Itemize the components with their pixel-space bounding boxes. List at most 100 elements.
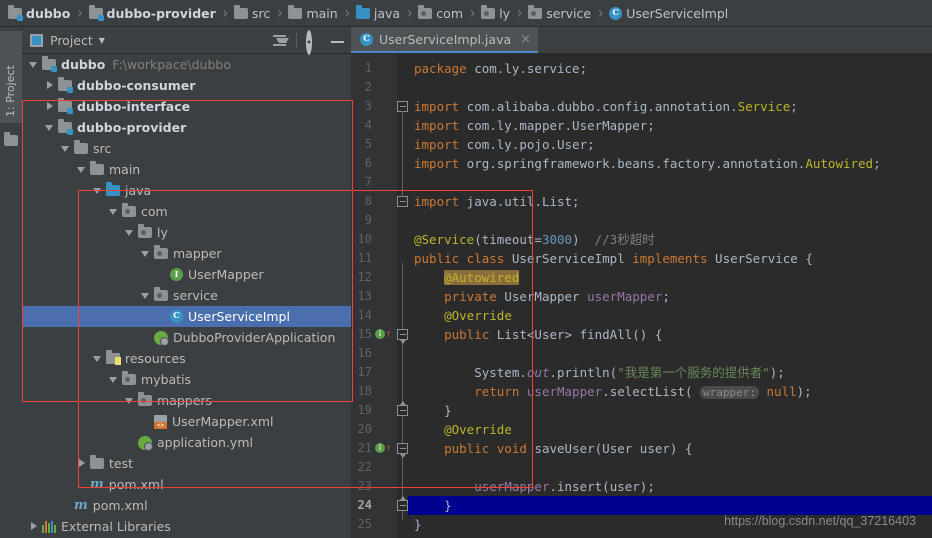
tree-node-usermapper-xml[interactable]: UserMapper.xml (22, 411, 351, 432)
chevron-right-icon[interactable] (44, 101, 55, 112)
fold-column[interactable] (397, 54, 408, 538)
code-line-20[interactable]: @Override (408, 420, 932, 439)
tree-node-dubbo-provider[interactable]: dubbo-provider (22, 117, 351, 138)
sidebar-item-project-tab[interactable]: 1: Project (0, 31, 22, 123)
tree-node-test[interactable]: test (22, 453, 351, 474)
code-line-11[interactable]: public class UserServiceImpl implements … (408, 249, 932, 268)
close-icon[interactable]: × (520, 33, 531, 46)
breadcrumb-item-main[interactable]: main (286, 0, 339, 26)
chevron-right-icon[interactable] (28, 521, 39, 532)
chevron-down-icon[interactable] (108, 206, 119, 217)
tree-node-label: mapper (173, 246, 222, 261)
code-line-1[interactable]: package com.ly.service; (408, 59, 932, 78)
folder-icon (234, 4, 248, 19)
code-editor[interactable]: 1 2 3 4 5 6 7 8 9 10 11 12 13 14 15 16 17 18 19 20 21 22 23 24 2… (351, 54, 932, 538)
tree-node-pom-xml[interactable]: m pom.xml (22, 495, 351, 516)
tree-node-external-libraries[interactable]: External Libraries (22, 516, 351, 537)
breadcrumb-item-java[interactable]: java (354, 0, 402, 26)
tree-node-dubbo-interface[interactable]: dubbo-interface (22, 96, 351, 117)
breadcrumb-item-dubbo-provider[interactable]: dubbo-provider (87, 0, 218, 26)
breadcrumb-item-dubbo[interactable]: dubbo (6, 0, 72, 26)
tree-node-resources[interactable]: resources (22, 348, 351, 369)
implementing-method-icon[interactable]: I ↑ (375, 328, 392, 341)
tree-node-mapper[interactable]: mapper (22, 243, 351, 264)
chevron-down-icon[interactable] (140, 248, 151, 259)
code-line-19[interactable]: } (408, 401, 932, 420)
minimize-icon[interactable] (330, 33, 345, 48)
breadcrumb-item-userserviceimpl[interactable]: C UserServiceImpl (607, 0, 730, 26)
breadcrumb-item-ly[interactable]: ly (479, 0, 512, 26)
code-line-22[interactable] (408, 458, 932, 477)
breadcrumb-item-service[interactable]: service (526, 0, 593, 26)
fold-toggle-imports-end[interactable] (397, 196, 408, 207)
fold-toggle-saveuser[interactable] (397, 443, 408, 458)
editor-gutter[interactable]: 1 2 3 4 5 6 7 8 9 10 11 12 13 14 15 16 17 18 19 20 21 22 23 24 2… (351, 54, 408, 538)
code-line-9[interactable] (408, 211, 932, 230)
chevron-down-icon[interactable] (124, 227, 135, 238)
tree-node-src[interactable]: src (22, 138, 351, 159)
chevron-down-icon[interactable]: ▼ (99, 36, 105, 45)
tree-node-java[interactable]: java (22, 180, 351, 201)
breadcrumb-item-com[interactable]: com (416, 0, 465, 26)
fold-toggle-findall-end[interactable] (397, 401, 408, 416)
code-content[interactable]: package com.ly.service; import com.aliba… (408, 54, 932, 538)
collapse-all-icon[interactable] (272, 33, 289, 48)
code-line-15[interactable]: public List<User> findAll() { (408, 325, 932, 344)
gear-icon[interactable] (306, 29, 321, 55)
chevron-down-icon[interactable] (76, 164, 87, 175)
chevron-down-icon[interactable] (92, 353, 103, 364)
code-line-24[interactable]: } (408, 496, 932, 515)
code-line-23[interactable]: userMapper.insert(user); (408, 477, 932, 496)
code-line-18[interactable]: return userMapper.selectList( wrapper: n… (408, 382, 932, 401)
fold-toggle-findall[interactable] (397, 329, 408, 344)
code-line-12[interactable]: @Autowired (408, 268, 932, 287)
interface-icon: I (170, 268, 183, 281)
tree-node-dubboproviderapplication[interactable]: DubboProviderApplication (22, 327, 351, 348)
tree-node-mybatis[interactable]: mybatis (22, 369, 351, 390)
code-line-26[interactable] (408, 534, 932, 538)
code-line-8[interactable]: import java.util.List; (408, 192, 932, 211)
chevron-down-icon[interactable] (28, 59, 39, 70)
code-line-6[interactable]: import org.springframework.beans.factory… (408, 154, 932, 173)
implementing-method-icon[interactable]: I ↑ (375, 442, 392, 455)
module-icon (58, 77, 73, 93)
code-line-7[interactable] (408, 173, 932, 192)
fold-toggle-saveuser-end[interactable] (397, 496, 408, 511)
chevron-down-icon[interactable] (92, 185, 103, 196)
tree-node-mappers[interactable]: mappers (22, 390, 351, 411)
folder-icon[interactable] (4, 131, 18, 150)
line-number-26: 26 (352, 534, 372, 538)
code-line-4[interactable]: import com.ly.mapper.UserMapper; (408, 116, 932, 135)
tree-node-userserviceimpl[interactable]: C UserServiceImpl (22, 306, 351, 327)
tree-node-com[interactable]: com (22, 201, 351, 222)
breadcrumb-item-src[interactable]: src (232, 0, 272, 26)
chevron-down-icon[interactable] (124, 395, 135, 406)
tab-userserviceimpl-java[interactable]: C UserServiceImpl.java × (351, 27, 539, 53)
tree-node-service[interactable]: service (22, 285, 351, 306)
code-line-10[interactable]: @Service(timeout=3000) //3秒超时 (408, 230, 932, 249)
chevron-down-icon[interactable] (44, 122, 55, 133)
chevron-down-icon[interactable] (108, 374, 119, 385)
code-line-16[interactable] (408, 344, 932, 363)
code-line-17[interactable]: System.out.println("我是第一个服务的提供者"); (408, 363, 932, 382)
tree-node-dubbo-consumer[interactable]: dubbo-consumer (22, 75, 351, 96)
code-line-14[interactable]: @Override (408, 306, 932, 325)
tree-node-dubbo[interactable]: dubbo F:\workpace\dubbo (22, 54, 351, 75)
tree-node-main[interactable]: main (22, 159, 351, 180)
project-tree[interactable]: dubbo F:\workpace\dubbo dubbo-consumer dubb… (22, 54, 351, 538)
chevron-right-icon[interactable] (44, 80, 55, 91)
tree-node-ly[interactable]: ly (22, 222, 351, 243)
code-line-5[interactable]: import com.ly.pojo.User; (408, 135, 932, 154)
code-line-13[interactable]: private UserMapper userMapper; (408, 287, 932, 306)
tree-node-usermapper[interactable]: I UserMapper (22, 264, 351, 285)
chevron-down-icon[interactable] (60, 143, 71, 154)
chevron-right-icon[interactable] (76, 458, 87, 469)
tree-node-application-yml[interactable]: application.yml (22, 432, 351, 453)
code-line-2[interactable] (408, 78, 932, 97)
code-line-3[interactable]: import com.alibaba.dubbo.config.annotati… (408, 97, 932, 116)
code-line-21[interactable]: public void saveUser(User user) { (408, 439, 932, 458)
breadcrumb-separator: › (277, 3, 283, 23)
chevron-down-icon[interactable] (140, 290, 151, 301)
tree-node-pom-xml[interactable]: m pom.xml (22, 474, 351, 495)
